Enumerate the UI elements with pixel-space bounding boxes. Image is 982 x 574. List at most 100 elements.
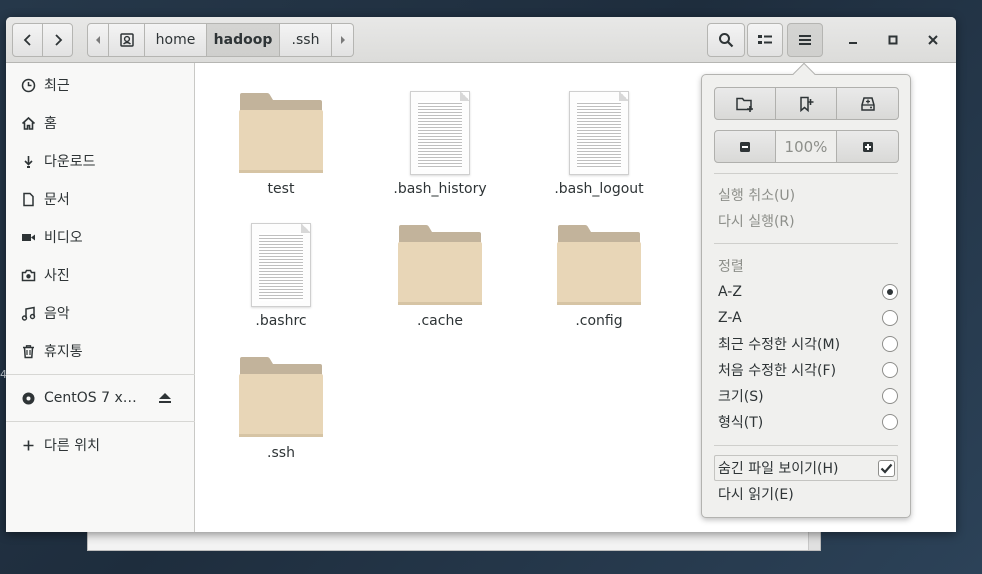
sidebar-item-downloads[interactable]: 다운로드 (6, 144, 195, 178)
crumb-home[interactable]: home (145, 23, 207, 57)
reload-menu-item[interactable]: 다시 읽기(E) (718, 481, 898, 507)
undo-menu-item[interactable]: 실행 취소(U) (718, 182, 898, 208)
view-toggle-button[interactable] (747, 23, 783, 57)
drive-icon (860, 96, 875, 111)
path-scroll-left-button[interactable] (87, 23, 109, 57)
camera-icon (20, 267, 36, 283)
sidebar-item-home[interactable]: 홈 (6, 106, 195, 140)
open-terminal-button[interactable] (836, 87, 899, 120)
file-name: .ssh (267, 445, 295, 461)
sidebar-item-pictures[interactable]: 사진 (6, 258, 195, 292)
chevron-right-icon (54, 34, 62, 46)
sidebar-item-trash[interactable]: 휴지통 (6, 334, 195, 368)
sort-last-modified[interactable]: 최근 수정한 시각(M) (718, 331, 898, 357)
maximize-icon (888, 35, 898, 45)
radio-unselected[interactable] (882, 336, 898, 352)
list-view-icon (758, 35, 772, 44)
file-item-config[interactable]: .config (524, 203, 674, 329)
sidebar-item-videos[interactable]: 비디오 (6, 220, 195, 254)
sidebar-item-device[interactable]: CentOS 7 x… (6, 381, 195, 415)
path-scroll-right-button[interactable] (332, 23, 354, 57)
folder-icon (206, 71, 356, 175)
sidebar-separator (6, 421, 195, 422)
text-file-icon (365, 71, 515, 175)
file-item-bash-logout[interactable]: .bash_logout (524, 71, 674, 197)
menu-separator (714, 243, 898, 244)
new-folder-button[interactable] (714, 87, 776, 120)
document-icon (20, 191, 36, 207)
plus-icon (20, 437, 36, 453)
file-name: test (267, 181, 295, 197)
menu-button[interactable] (787, 23, 823, 57)
sort-first-modified[interactable]: 처음 수정한 시각(F) (718, 357, 898, 383)
sidebar-item-label: 사진 (44, 268, 70, 284)
text-file-icon (524, 71, 674, 175)
file-item-bashrc[interactable]: .bashrc (206, 203, 356, 329)
radio-unselected[interactable] (882, 310, 898, 326)
radio-unselected[interactable] (882, 362, 898, 378)
sort-type[interactable]: 형식(T) (718, 409, 898, 435)
radio-unselected[interactable] (882, 388, 898, 404)
eject-icon[interactable] (158, 381, 172, 415)
forward-button[interactable] (42, 23, 73, 57)
bookmark-button[interactable] (775, 87, 837, 120)
sidebar-item-label: 최근 (44, 78, 70, 94)
zoom-in-button[interactable] (836, 130, 899, 163)
sidebar-item-recent[interactable]: 최근 (6, 68, 195, 102)
sort-option-label: 형식(T) (718, 415, 764, 431)
zoom-level: 100% (775, 130, 837, 163)
close-icon (928, 35, 938, 45)
sidebar: 최근 홈 다운로드 문서 비디오 사진 음악 휴지통 CentOS 7 x… 다… (6, 63, 195, 532)
file-item-bash-history[interactable]: .bash_history (365, 71, 515, 197)
sidebar-item-label: 다른 위치 (44, 438, 100, 454)
sidebar-item-label: 휴지통 (44, 344, 83, 360)
minimize-icon (849, 42, 857, 44)
sidebar-item-other-locations[interactable]: 다른 위치 (6, 428, 195, 462)
file-item-test[interactable]: test (206, 71, 356, 197)
folder-icon (206, 335, 356, 439)
redo-menu-item[interactable]: 다시 실행(R) (718, 208, 898, 234)
show-hidden-files-item[interactable]: 숨긴 파일 보이기(H) (718, 455, 898, 481)
file-item-ssh[interactable]: .ssh (206, 335, 356, 461)
radio-selected[interactable] (882, 284, 898, 300)
recent-icon (20, 77, 36, 93)
sidebar-item-music[interactable]: 음악 (6, 296, 195, 330)
close-button[interactable] (920, 27, 946, 53)
minimize-button[interactable] (840, 27, 866, 53)
file-name: .config (575, 313, 623, 329)
sidebar-item-label: 홈 (44, 116, 57, 132)
sort-a-z[interactable]: A-Z (718, 279, 898, 305)
search-button[interactable] (707, 23, 745, 57)
file-item-cache[interactable]: .cache (365, 203, 515, 329)
video-icon (20, 229, 36, 245)
show-hidden-checkbox[interactable] (878, 459, 895, 477)
chevron-left-icon (23, 34, 31, 46)
pathbar: home hadoop .ssh (87, 23, 354, 57)
sort-option-label: 크기(S) (718, 389, 764, 405)
path-home-button[interactable] (109, 23, 145, 57)
crumb-hadoop[interactable]: hadoop (207, 23, 280, 57)
sidebar-item-label: 비디오 (44, 230, 83, 246)
triangle-left-icon (96, 36, 100, 44)
sidebar-item-label: 다운로드 (44, 154, 96, 170)
window-menu-popover: 100% 실행 취소(U) 다시 실행(R) 정렬 A-Z Z-A 최근 수정한… (701, 74, 911, 518)
new-folder-icon (736, 97, 753, 112)
navigation-buttons (12, 23, 74, 57)
music-icon (20, 305, 36, 321)
menu-separator (714, 445, 898, 446)
zoom-out-button[interactable] (714, 130, 776, 163)
maximize-button[interactable] (880, 27, 906, 53)
trash-icon (20, 343, 36, 359)
sidebar-item-label: 문서 (44, 192, 70, 208)
sidebar-separator (6, 374, 195, 375)
sidebar-item-documents[interactable]: 문서 (6, 182, 195, 216)
file-name: .bash_logout (554, 181, 644, 197)
crumb-ssh[interactable]: .ssh (280, 23, 332, 57)
sort-option-label: Z-A (718, 310, 742, 326)
radio-unselected[interactable] (882, 414, 898, 430)
file-name: .bash_history (393, 181, 487, 197)
sort-size[interactable]: 크기(S) (718, 383, 898, 409)
back-button[interactable] (12, 23, 43, 57)
sort-z-a[interactable]: Z-A (718, 305, 898, 331)
checkmark-icon (880, 463, 893, 474)
